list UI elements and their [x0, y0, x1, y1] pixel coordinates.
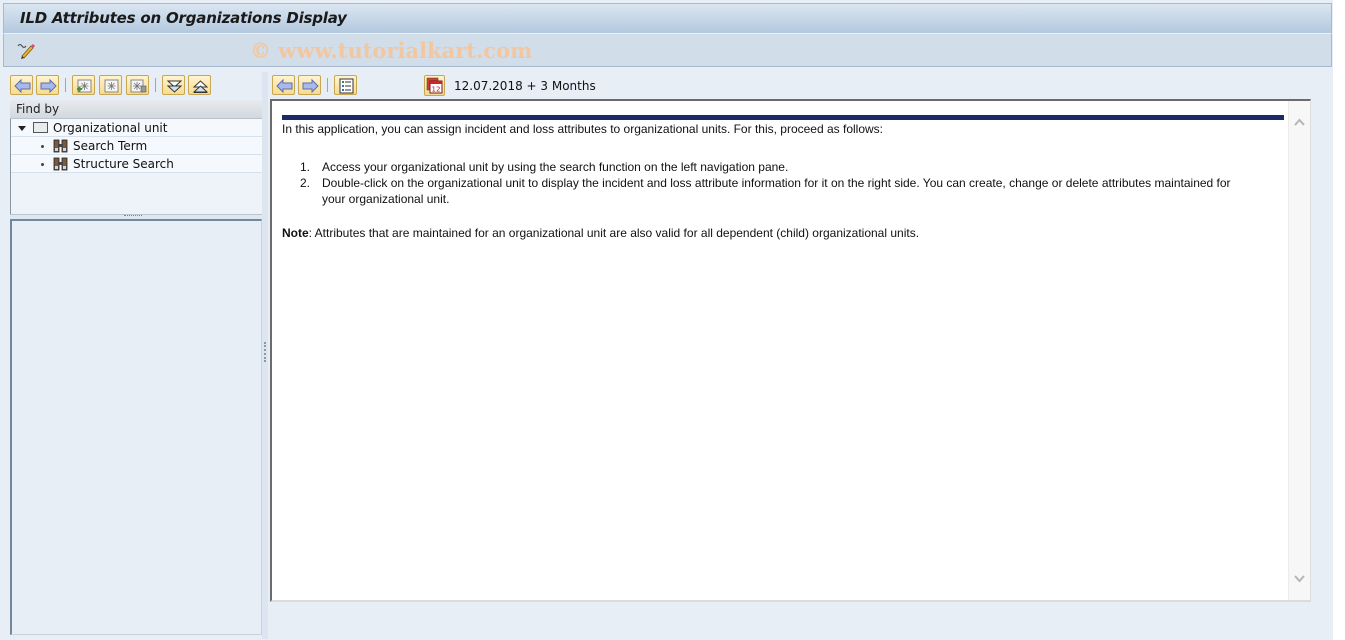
find-by-header: Find by [10, 100, 262, 119]
vertical-scrollbar[interactable] [1288, 101, 1310, 600]
scroll-up-icon[interactable] [1294, 117, 1305, 128]
tree-node-structure-search[interactable]: Structure Search [11, 155, 262, 173]
step-text: Double-click on the organizational unit … [322, 176, 1231, 206]
calendar-button[interactable]: 12 [424, 75, 445, 96]
note-paragraph: Note: Attributes that are maintained for… [282, 225, 1282, 241]
step-item: 2. Double-click on the organizational un… [282, 175, 1248, 207]
tree-node-label: Structure Search [73, 157, 174, 171]
left-pane-toolbar [8, 72, 262, 100]
forward-button[interactable] [298, 75, 321, 95]
back-button[interactable] [272, 75, 295, 95]
calendar-icon: 12 [426, 77, 443, 94]
binoculars-icon [53, 157, 68, 171]
scroll-down-icon[interactable] [1294, 573, 1305, 584]
delete-node-button[interactable] [126, 75, 149, 95]
binoculars-icon [53, 139, 68, 153]
header-accent-bar [282, 115, 1284, 120]
step-item: 1. Access your organizational unit by us… [282, 159, 1282, 175]
tree-node-label: Organizational unit [53, 121, 168, 135]
bullet-icon [41, 145, 44, 148]
window-title: ILD Attributes on Organizations Display [20, 9, 347, 27]
steps-list: 1. Access your organizational unit by us… [282, 159, 1282, 207]
watermark: © www.tutorialkart.com [250, 38, 533, 63]
expand-all-button[interactable] [162, 75, 185, 95]
back-button[interactable] [10, 75, 33, 95]
step-number: 2. [300, 176, 311, 190]
organizational-unit-icon [33, 122, 48, 133]
forward-button[interactable] [36, 75, 59, 95]
toolbar-separator [65, 78, 66, 92]
display-change-icon[interactable] [16, 41, 36, 59]
application-toolbar: © www.tutorialkart.com [3, 34, 1332, 67]
vertical-splitter[interactable] [262, 72, 268, 639]
lower-left-container [10, 219, 262, 635]
sap-window: ILD Attributes on Organizations Display … [0, 0, 1333, 640]
title-bar: ILD Attributes on Organizations Display [3, 3, 1332, 34]
toolbar-separator [155, 78, 156, 92]
step-number: 1. [300, 160, 311, 174]
toolbar-separator [327, 78, 328, 92]
note-text: : Attributes that are maintained for an … [308, 226, 920, 240]
help-text: In this application, you can assign inci… [282, 121, 1282, 241]
intro-paragraph: In this application, you can assign inci… [282, 122, 884, 136]
expand-collapse-icon[interactable] [18, 126, 26, 131]
tree-node-label: Search Term [73, 139, 148, 153]
step-text: Access your organizational unit by using… [322, 160, 789, 174]
list-details-button[interactable] [334, 75, 357, 95]
tree-node-search-term[interactable]: Search Term [11, 137, 262, 155]
navigation-tree: Organizational unit Search Term Structur… [10, 119, 262, 215]
tree-node-organizational-unit[interactable]: Organizational unit [11, 119, 262, 137]
add-node-button[interactable] [72, 75, 95, 95]
collapse-all-button[interactable] [188, 75, 211, 95]
document-viewer: In this application, you can assign inci… [270, 99, 1311, 602]
splitter-grip [124, 215, 142, 216]
splitter-grip [264, 342, 266, 362]
node-button[interactable] [99, 75, 122, 95]
svg-text:12: 12 [432, 86, 441, 94]
date-range-label: 12.07.2018 + 3 Months [454, 79, 596, 93]
bullet-icon [41, 163, 44, 166]
note-label: Note [282, 226, 309, 240]
left-navigation-pane: Find by Organizational unit Search Term [8, 72, 262, 639]
